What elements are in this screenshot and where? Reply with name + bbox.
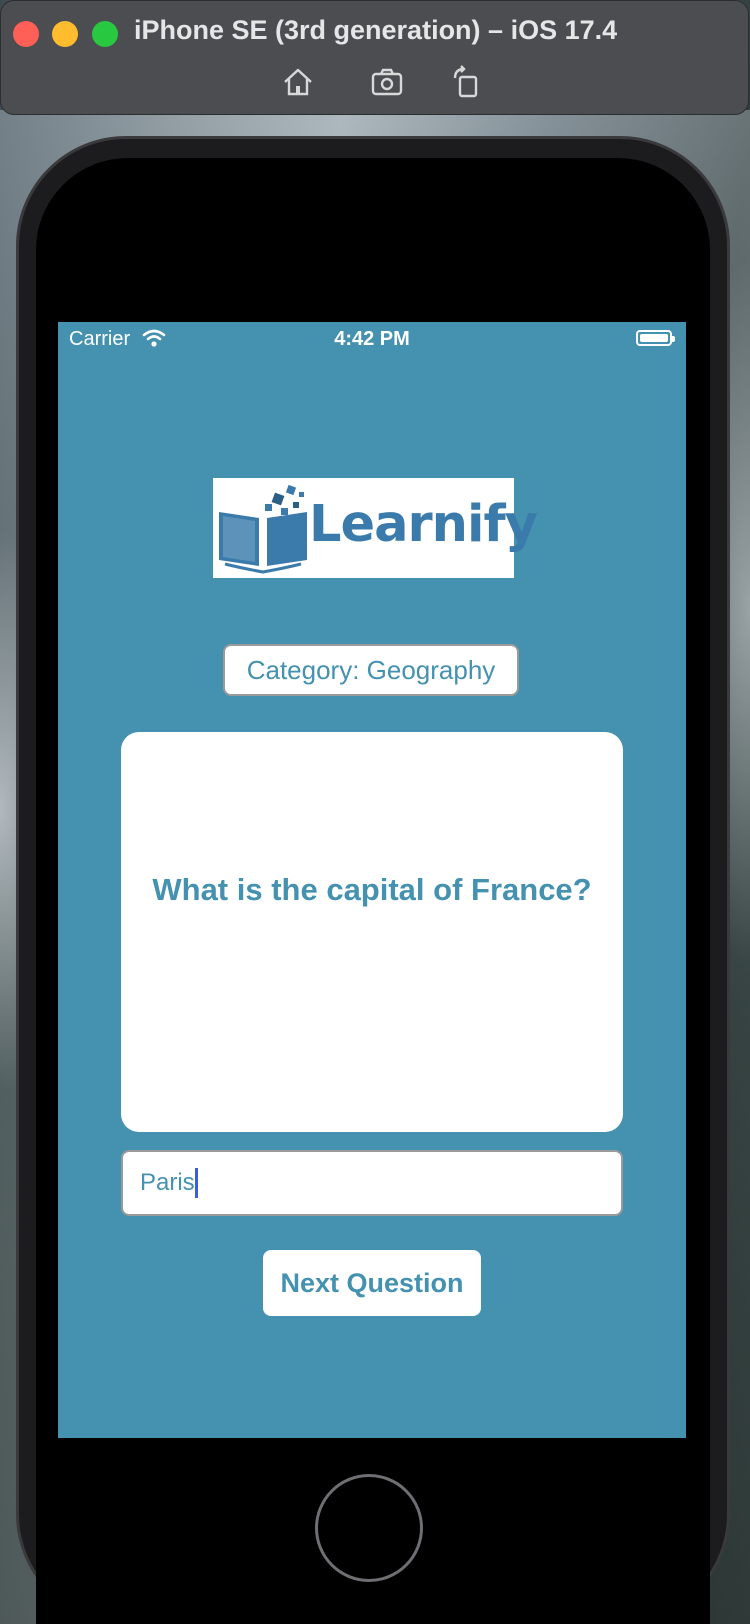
status-time: 4:42 PM xyxy=(334,328,410,350)
zoom-window-button[interactable] xyxy=(92,21,118,47)
answer-input[interactable]: Paris xyxy=(121,1150,623,1216)
logo-wordmark: Learnify xyxy=(309,495,538,554)
screenshot-button[interactable] xyxy=(369,64,405,100)
rotate-button[interactable] xyxy=(449,64,485,100)
home-button-toolbar[interactable] xyxy=(280,64,316,100)
status-bar: Carrier 4:42 PM xyxy=(58,322,686,358)
device-home-button[interactable] xyxy=(315,1474,423,1582)
simulator-title: iPhone SE (3rd generation) – iOS 17.4 xyxy=(134,15,618,45)
home-icon xyxy=(284,68,312,96)
answer-input-value: Paris xyxy=(140,1169,195,1196)
question-text: What is the capital of France? xyxy=(152,872,592,907)
rotate-icon xyxy=(453,65,478,98)
app-screen: Carrier 4:42 PM Learnify Category: Geogr… xyxy=(58,322,686,1438)
simulator-title-bar: iPhone SE (3rd generation) – iOS 17.4 xyxy=(0,0,749,115)
category-label: Category: Geography xyxy=(223,644,519,696)
battery-fill xyxy=(640,334,668,342)
close-window-button[interactable] xyxy=(13,21,39,47)
battery-icon xyxy=(636,330,675,346)
text-cursor xyxy=(194,1168,198,1198)
question-card[interactable]: What is the capital of France? xyxy=(121,732,623,1132)
next-question-button[interactable]: Next Question xyxy=(263,1250,481,1316)
book-logo-icon xyxy=(219,484,307,574)
minimize-window-button[interactable] xyxy=(52,21,78,47)
screenshot-icon xyxy=(371,68,403,96)
learnify-logo: Learnify xyxy=(213,478,538,578)
